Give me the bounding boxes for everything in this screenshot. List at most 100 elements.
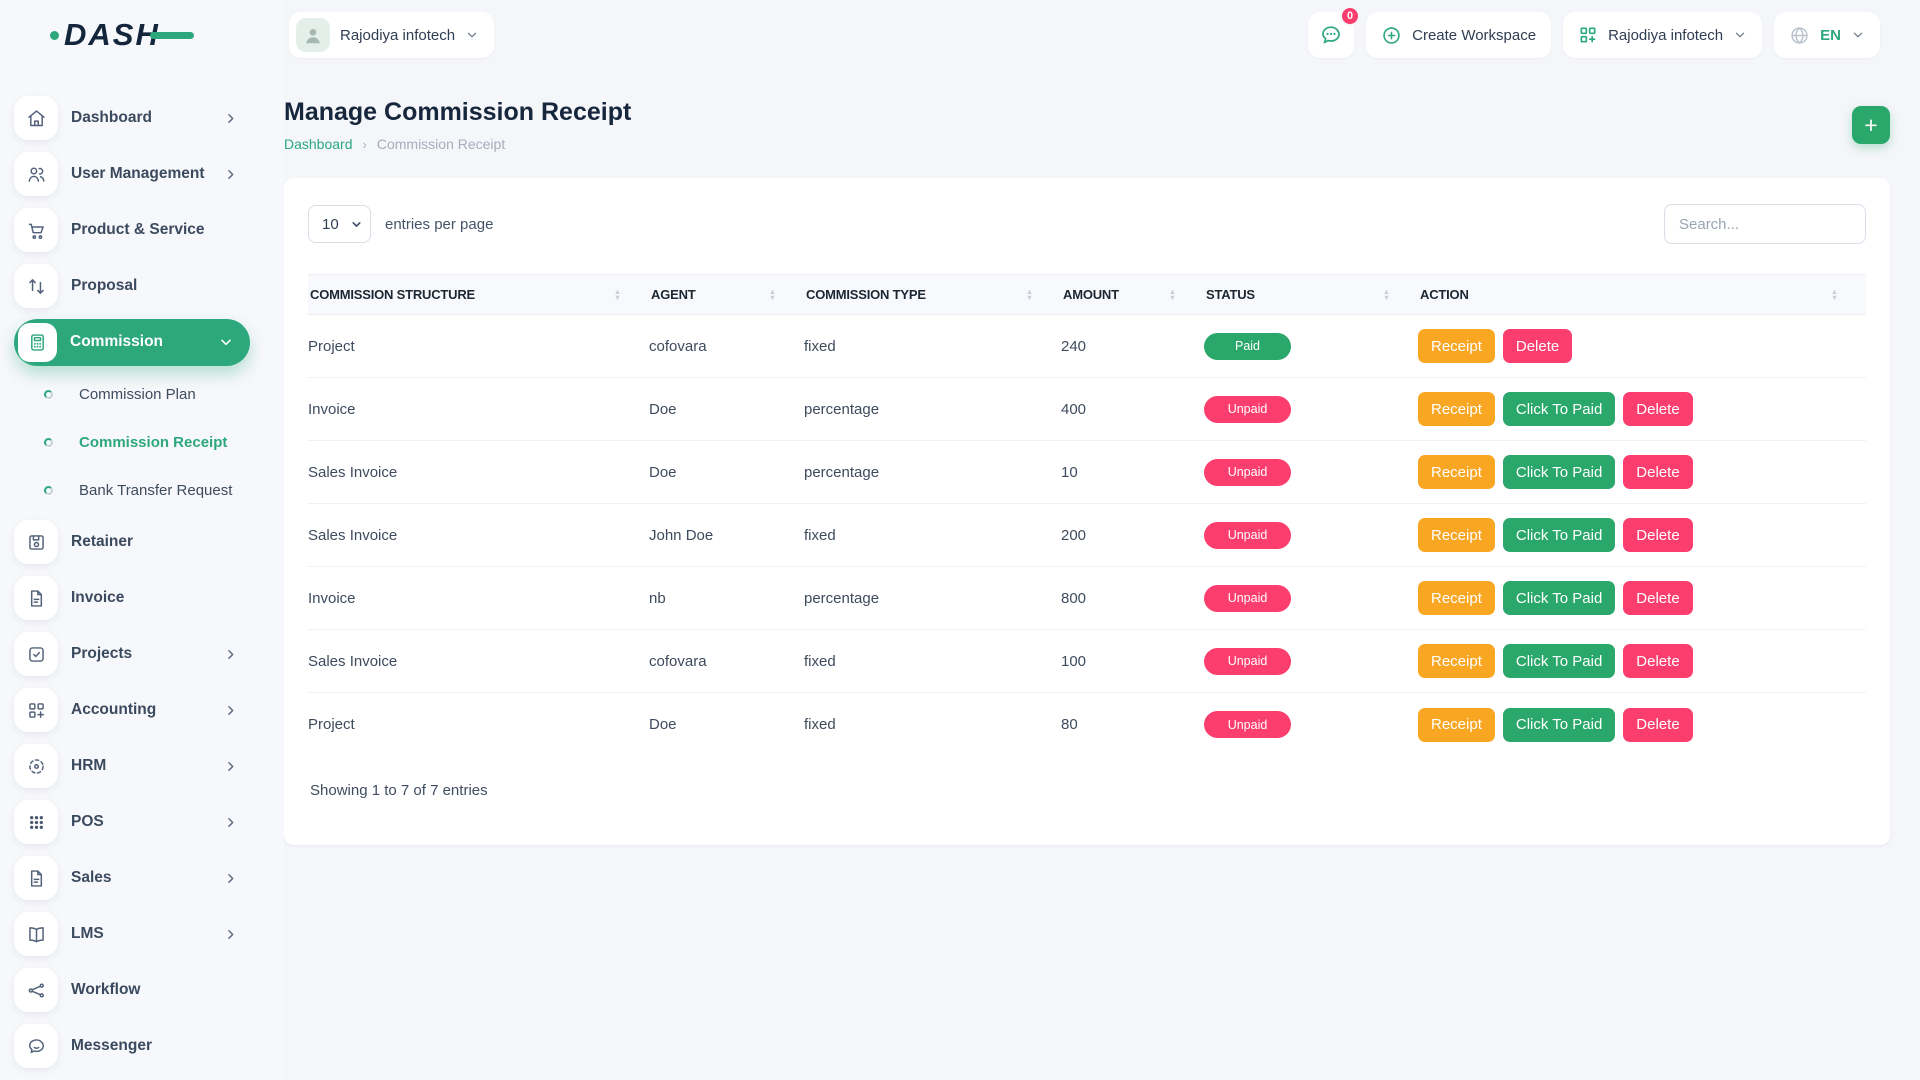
cart-icon bbox=[26, 220, 47, 241]
table-row: Sales Invoice Doe percentage 10 Unpaid R… bbox=[308, 441, 1866, 504]
status-badge: Unpaid bbox=[1204, 396, 1291, 423]
sort-icon[interactable]: ▲▼ bbox=[1831, 289, 1838, 301]
create-receipt-button[interactable]: + bbox=[1852, 106, 1890, 144]
scan-icon bbox=[26, 756, 47, 777]
receipt-button[interactable]: Receipt bbox=[1418, 518, 1495, 552]
table-body: Project cofovara fixed 240 Paid ReceiptD… bbox=[308, 315, 1866, 756]
sort-icon[interactable]: ▲▼ bbox=[769, 289, 776, 301]
sort-icon[interactable]: ▲▼ bbox=[614, 289, 621, 301]
sidebar-subitem-commission-plan[interactable]: Commission Plan bbox=[14, 370, 250, 418]
sidebar-item-dashboard[interactable]: Dashboard bbox=[14, 90, 250, 146]
cell-commission-type: fixed bbox=[804, 716, 1061, 733]
globe-icon bbox=[1789, 25, 1810, 46]
entries-per-page-select[interactable]: 10 bbox=[308, 205, 371, 243]
sort-icon[interactable]: ▲▼ bbox=[1169, 289, 1176, 301]
cell-amount: 10 bbox=[1061, 464, 1204, 481]
delete-button[interactable]: Delete bbox=[1623, 518, 1692, 552]
status-badge: Unpaid bbox=[1204, 585, 1291, 612]
sidebar-item-pos[interactable]: POS bbox=[14, 794, 250, 850]
cell-amount: 200 bbox=[1061, 527, 1204, 544]
chevron-down-icon bbox=[218, 334, 234, 350]
sort-icon[interactable]: ▲▼ bbox=[1026, 289, 1033, 301]
click-to-paid-button[interactable]: Click To Paid bbox=[1503, 644, 1615, 678]
sidebar-item-label: HRM bbox=[71, 757, 223, 775]
table-row: Sales Invoice John Doe fixed 200 Unpaid … bbox=[308, 504, 1866, 567]
table-row: Project cofovara fixed 240 Paid ReceiptD… bbox=[308, 315, 1866, 378]
sidebar-subitem-bank-transfer-request[interactable]: Bank Transfer Request bbox=[14, 466, 250, 514]
page-content: Manage Commission Receipt Dashboard › Co… bbox=[284, 70, 1920, 845]
table-controls: 10 entries per page bbox=[308, 204, 1866, 244]
click-to-paid-button[interactable]: Click To Paid bbox=[1503, 392, 1615, 426]
click-to-paid-button[interactable]: Click To Paid bbox=[1503, 518, 1615, 552]
chevron-right-icon bbox=[223, 871, 238, 886]
sidebar-subitem-commission-receipt[interactable]: Commission Receipt bbox=[14, 418, 250, 466]
sidebar-item-accounting[interactable]: Accounting bbox=[14, 682, 250, 738]
cell-status: Unpaid bbox=[1204, 459, 1418, 486]
delete-button[interactable]: Delete bbox=[1623, 392, 1692, 426]
receipt-button[interactable]: Receipt bbox=[1418, 455, 1495, 489]
sidebar-item-lms[interactable]: LMS bbox=[14, 906, 250, 962]
receipt-button[interactable]: Receipt bbox=[1418, 708, 1495, 742]
create-workspace-label: Create Workspace bbox=[1412, 27, 1536, 44]
sidebar-item-commission[interactable]: Commission bbox=[14, 319, 250, 366]
sidebar-item-label: Sales bbox=[71, 869, 223, 887]
cell-commission-structure: Invoice bbox=[308, 590, 649, 607]
sidebar-item-workflow[interactable]: Workflow bbox=[14, 962, 250, 1018]
sidebar-item-projects[interactable]: Projects bbox=[14, 626, 250, 682]
brand-logo[interactable]: DASH bbox=[0, 0, 284, 70]
sidebar-item-sales[interactable]: Sales bbox=[14, 850, 250, 906]
chat-bubble-icon bbox=[1319, 23, 1343, 47]
cell-agent: cofovara bbox=[649, 338, 804, 355]
column-label: STATUS bbox=[1206, 287, 1255, 302]
workspace-switcher[interactable]: Rajodiya infotech bbox=[289, 12, 494, 58]
click-to-paid-button[interactable]: Click To Paid bbox=[1503, 581, 1615, 615]
breadcrumb-dashboard-link[interactable]: Dashboard bbox=[284, 136, 353, 152]
company-menu[interactable]: Rajodiya infotech bbox=[1563, 12, 1762, 58]
create-workspace-button[interactable]: Create Workspace bbox=[1366, 12, 1551, 58]
plus-circle-icon bbox=[1381, 25, 1402, 46]
company-label: Rajodiya infotech bbox=[1608, 27, 1723, 44]
cell-commission-structure: Sales Invoice bbox=[308, 464, 649, 481]
sort-icon[interactable]: ▲▼ bbox=[1383, 289, 1390, 301]
bullet-icon bbox=[44, 390, 53, 399]
delete-button[interactable]: Delete bbox=[1623, 455, 1692, 489]
sidebar-item-hrm[interactable]: HRM bbox=[14, 738, 250, 794]
delete-button[interactable]: Delete bbox=[1623, 644, 1692, 678]
receipt-button[interactable]: Receipt bbox=[1418, 644, 1495, 678]
click-to-paid-button[interactable]: Click To Paid bbox=[1503, 708, 1615, 742]
users-icon bbox=[26, 164, 47, 185]
table-row: Invoice nb percentage 800 Unpaid Receipt… bbox=[308, 567, 1866, 630]
check-square-icon bbox=[26, 644, 47, 665]
sidebar-item-user-management[interactable]: User Management bbox=[14, 146, 250, 202]
receipt-button[interactable]: Receipt bbox=[1418, 329, 1495, 363]
table-header-row: COMMISSION STRUCTURE▲▼AGENT▲▼COMMISSION … bbox=[308, 274, 1866, 315]
sidebar: DASH Dashboard User Management Product &… bbox=[0, 0, 284, 1080]
sidebar-item-retainer[interactable]: Retainer bbox=[14, 514, 250, 570]
delete-button[interactable]: Delete bbox=[1623, 581, 1692, 615]
sidebar-item-invoice[interactable]: Invoice bbox=[14, 570, 250, 626]
sidebar-item-proposal[interactable]: Proposal bbox=[14, 258, 250, 314]
cell-actions: ReceiptClick To PaidDelete bbox=[1418, 581, 1866, 615]
sidebar-item-label: Commission bbox=[70, 333, 218, 351]
column-label: ACTION bbox=[1420, 287, 1469, 302]
receipt-button[interactable]: Receipt bbox=[1418, 392, 1495, 426]
receipt-button[interactable]: Receipt bbox=[1418, 581, 1495, 615]
cell-actions: ReceiptClick To PaidDelete bbox=[1418, 644, 1866, 678]
workspace-label: Rajodiya infotech bbox=[340, 27, 455, 44]
column-header-action: ACTION ▲▼ bbox=[1418, 287, 1866, 302]
delete-button[interactable]: Delete bbox=[1503, 329, 1572, 363]
chat-icon bbox=[26, 1036, 47, 1057]
search-input[interactable] bbox=[1664, 204, 1866, 244]
sidebar-item-label: LMS bbox=[71, 925, 223, 943]
sidebar-item-label: POS bbox=[71, 813, 223, 831]
cell-amount: 400 bbox=[1061, 401, 1204, 418]
sidebar-item-product-service[interactable]: Product & Service bbox=[14, 202, 250, 258]
page-head: Manage Commission Receipt Dashboard › Co… bbox=[284, 98, 1890, 152]
language-menu[interactable]: EN bbox=[1774, 12, 1880, 58]
messages-button[interactable]: 0 bbox=[1308, 12, 1354, 58]
click-to-paid-button[interactable]: Click To Paid bbox=[1503, 455, 1615, 489]
cell-agent: cofovara bbox=[649, 653, 804, 670]
sidebar-item-messenger[interactable]: Messenger bbox=[14, 1018, 250, 1074]
delete-button[interactable]: Delete bbox=[1623, 708, 1692, 742]
sidebar-item-label: Invoice bbox=[71, 589, 250, 607]
